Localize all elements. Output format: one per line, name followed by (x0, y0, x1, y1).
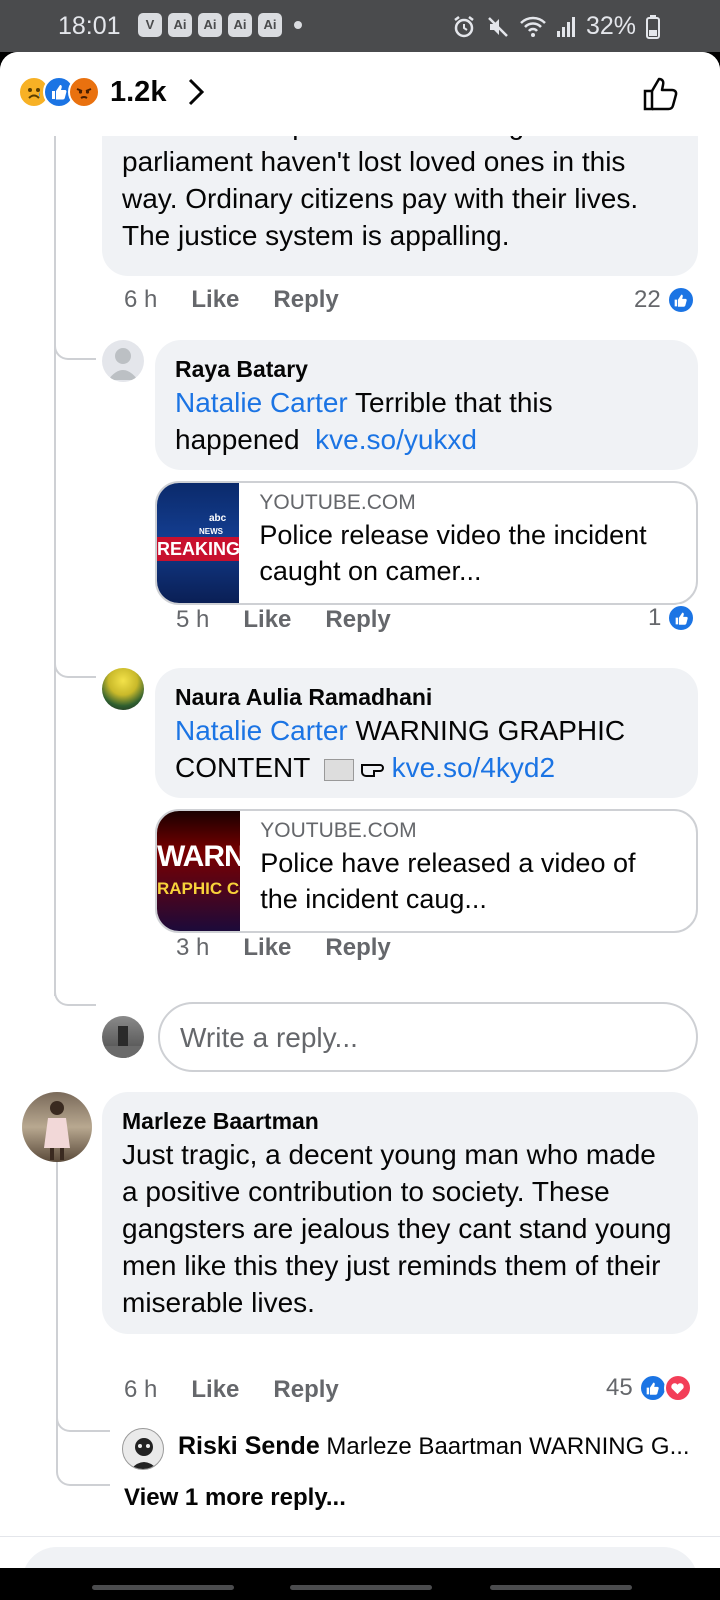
ai-app-icon: Ai (198, 13, 222, 37)
comment-actions: 6 h Like Reply (124, 1376, 339, 1404)
warning-banner: WARNING (157, 841, 240, 873)
reply-link[interactable]: Reply (273, 286, 338, 314)
like-reaction-icon (638, 1374, 667, 1402)
link-preview-card[interactable]: abc NEWS LIVE REAKING NEW YOUTUBE.COM Po… (155, 481, 698, 605)
reaction-summary[interactable] (18, 76, 100, 108)
like-button[interactable] (642, 76, 680, 112)
recents-button[interactable] (92, 1585, 234, 1590)
avatar[interactable] (102, 668, 144, 710)
avatar[interactable] (22, 1092, 92, 1162)
like-count: 22 (634, 286, 661, 313)
reply-bubble[interactable]: Naura Aulia Ramadhani Natalie Carter WAR… (155, 668, 698, 798)
graphic-content-label: RAPHIC CONTENT (157, 879, 240, 898)
mute-icon (488, 16, 508, 37)
reply-preview[interactable]: Riski Sende Marleze Baartman WARNING G..… (178, 1432, 698, 1461)
mention-link[interactable]: Natalie Carter (175, 715, 348, 746)
video-thumbnail: abc NEWS LIVE REAKING NEW (157, 483, 240, 603)
comment-reactions[interactable]: 1 (648, 604, 696, 632)
pointing-hand-icon (360, 751, 392, 788)
more-notifications-dot (294, 21, 302, 29)
signal-icon (556, 16, 575, 37)
comment-reactions[interactable]: 45 (606, 1374, 692, 1402)
comment-text: Natalie Carter Terrible that this happen… (175, 387, 561, 455)
reply-preview-text: Marleze Baartman WARNING G... (326, 1433, 690, 1460)
like-count: 1 (648, 604, 662, 631)
like-reaction-icon (667, 604, 696, 632)
alarm-icon (454, 15, 474, 37)
comment-text: Just tragic, a decent young man who made… (122, 1139, 672, 1318)
love-reaction-icon (663, 1374, 692, 1402)
comment-text: This won't stop until those sitting in p… (122, 136, 639, 251)
wifi-icon (520, 16, 546, 37)
url-link[interactable]: kve.so/4kyd2 (392, 752, 555, 783)
status-bar: 18:01 V Ai Ai Ai Ai 32% (0, 0, 720, 52)
comment-bubble[interactable]: This won't stop until those sitting in p… (102, 136, 698, 276)
like-reaction-icon (666, 286, 695, 314)
link-title: Police have released a video of the inci… (260, 848, 636, 914)
notification-icons: V Ai Ai Ai Ai (138, 13, 302, 37)
video-thumbnail: WARNING RAPHIC CONTENT (157, 811, 241, 931)
url-link[interactable]: kve.so/yukxd (315, 424, 477, 455)
reaction-count[interactable]: 1.2k (110, 76, 166, 109)
home-button[interactable] (290, 1585, 432, 1590)
comment-time: 5 h (176, 606, 210, 633)
view-more-replies-link[interactable]: View 1 more reply... (124, 1484, 346, 1512)
vimeo-app-icon: V (138, 13, 162, 37)
like-link[interactable]: Like (191, 1376, 239, 1404)
thread-connector (54, 336, 96, 360)
comment-text: Natalie Carter WARNING GRAPHIC CONTENT k… (175, 712, 678, 788)
reply-link[interactable]: Reply (325, 606, 390, 634)
reply-bubble[interactable]: Raya Batary Natalie Carter Terrible that… (155, 340, 698, 470)
breaking-news-banner: REAKING NEW (157, 537, 240, 561)
my-avatar (102, 1016, 144, 1058)
reply-link[interactable]: Reply (273, 1376, 338, 1404)
comment-reactions[interactable]: 22 (634, 286, 695, 314)
comment-list[interactable]: This won't stop until those sitting in p… (0, 136, 720, 1536)
system-nav-bar (0, 1568, 720, 1600)
comment-bubble[interactable]: Marleze Baartman Just tragic, a decent y… (102, 1092, 698, 1334)
like-count: 45 (606, 1374, 633, 1401)
mention-link[interactable]: Natalie Carter (175, 387, 348, 418)
abc-logo: abc (209, 513, 227, 524)
status-time: 18:01 (58, 12, 121, 40)
thread-connector (54, 654, 96, 678)
ai-app-icon: Ai (228, 13, 252, 37)
comment-actions: 3 h Like Reply (176, 934, 391, 962)
battery-icon (646, 14, 660, 39)
thread-line (54, 136, 56, 996)
reactions-header: 1.2k (0, 52, 720, 136)
comments-sheet: 1.2k This won't stop until those sitting… (0, 52, 720, 1587)
ai-app-icon: Ai (258, 13, 282, 37)
link-title: Police release video the incident caught… (259, 520, 647, 586)
angry-reaction-icon (68, 76, 100, 108)
link-preview-card[interactable]: WARNING RAPHIC CONTENT YOUTUBE.COM Polic… (155, 809, 698, 933)
reply-input[interactable]: Write a reply... (158, 1002, 698, 1072)
ai-app-icon: Ai (168, 13, 192, 37)
back-button[interactable] (490, 1585, 632, 1590)
comment-actions: 5 h Like Reply (176, 606, 391, 634)
comment-time: 3 h (176, 934, 210, 961)
like-link[interactable]: Like (243, 606, 291, 634)
like-link[interactable]: Like (191, 286, 239, 314)
link-domain: YOUTUBE.COM (259, 491, 416, 514)
thread-connector (56, 1404, 110, 1432)
comment-actions: 6 h Like Reply (124, 286, 339, 314)
comment-time: 6 h (124, 286, 158, 313)
battery-percent: 32% (585, 12, 636, 40)
comment-author[interactable]: Naura Aulia Ramadhani (175, 682, 678, 712)
system-icons: 32% (452, 12, 660, 41)
comment-time: 6 h (124, 1376, 158, 1403)
reply-link[interactable]: Reply (325, 934, 390, 962)
like-link[interactable]: Like (243, 934, 291, 962)
comment-author[interactable]: Raya Batary (175, 354, 678, 384)
thread-connector (56, 1458, 110, 1486)
avatar[interactable] (122, 1428, 164, 1470)
link-domain: YOUTUBE.COM (260, 819, 417, 842)
newspaper-icon (323, 758, 354, 781)
thread-connector (54, 982, 96, 1006)
chevron-right-icon[interactable] (185, 76, 207, 108)
reply-preview-author: Riski Sende (178, 1432, 320, 1460)
comment-author[interactable]: Marleze Baartman (122, 1106, 678, 1136)
avatar[interactable] (102, 340, 144, 382)
